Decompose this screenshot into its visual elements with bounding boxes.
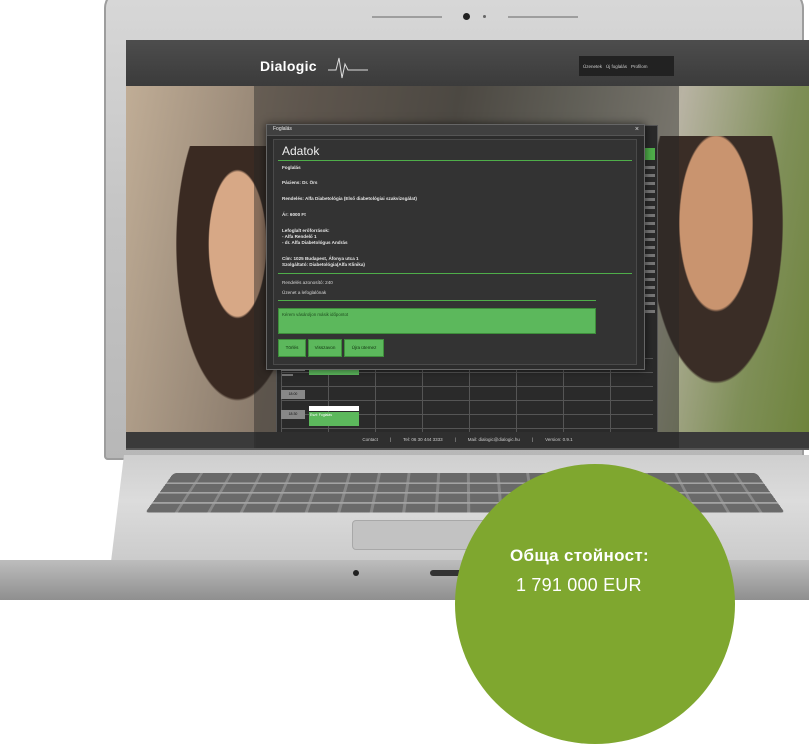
divider [278,300,596,301]
footer-separator: | [531,437,534,442]
nav-new-booking[interactable]: Új foglalás [606,64,627,69]
footer-phone: Tel: 06 30 444 3333 [403,437,443,442]
dialog-titlebar[interactable]: Foglalás × [267,125,644,136]
heartbeat-icon [328,57,368,79]
lid-line-left [372,16,442,18]
footer-separator: | [454,437,456,442]
site-footer: Contact | Tel: 06 30 444 3333 | Mail: di… [256,432,679,448]
nav-profile[interactable]: Profilom [631,64,648,69]
footer-mail[interactable]: Mail: dialogic@dialogic.hu [468,432,520,448]
dialog-body: Adatok Foglalás Páciens: Dr. Örs Rendelé… [273,139,637,365]
patient-name: Páciens: Dr. Örs [282,180,318,185]
order-id: Rendelés azonosító: 240 [282,280,333,285]
site-header: Dialogic Üzenetek Új foglalás Profilom [126,40,809,86]
power-led [353,570,359,576]
revoke-button[interactable]: Visszavon [308,339,342,357]
top-nav: Üzenetek Új foglalás Profilom [579,56,674,76]
footer-version: Version: 0.9.1 [545,437,573,442]
camera-led [483,15,486,18]
provider: Szolgáltató: Diabetológia(Alfa Klinika) [282,262,365,267]
footer-contact[interactable]: Contact [362,432,378,448]
divider [278,160,632,161]
order-service: Rendelés: Alfa Diabetológia (Első diabet… [282,196,417,201]
site-logo[interactable]: Dialogic [260,58,317,74]
screen-bezel [126,448,809,450]
booking-status: Foglalás [282,165,301,170]
dialog-title: Foglalás [273,126,292,132]
booking-dialog: Foglalás × Adatok Foglalás Páciens: Dr. … [266,124,645,370]
lid-line-right [508,16,578,18]
resource-item: - dr. Alfa Diabetológus András [282,240,348,245]
delete-button[interactable]: Törlés [278,339,306,357]
close-icon[interactable]: × [635,125,639,134]
comment-textarea[interactable]: Kérem vásároljon másik időpontot [278,308,596,334]
divider [278,273,632,274]
booking-cell[interactable]: Eszt: Foglalás [309,412,359,426]
total-value-label: Обща стойност: [510,546,649,565]
footer-separator: | [389,437,392,442]
keyboard-row [165,482,765,484]
comment-label: Üzenet a lefoglalónak [282,290,327,295]
time-label: 18:30 [281,410,305,419]
dialog-heading: Adatok [282,144,320,158]
laptop-screen: Dialogic Üzenetek Új foglalás Profilom F… [126,40,809,450]
price: Ár: 6000 Ft [282,212,306,217]
camera-icon [463,13,470,20]
reschedule-button[interactable]: Újra ütemez [344,339,384,357]
next-week-button[interactable] [645,148,655,160]
total-value-badge [455,464,735,744]
empty-cell[interactable] [309,406,359,411]
time-label: 18:00 [281,390,305,399]
total-value-amount: 1 791 000 EUR [516,575,642,595]
nav-messages[interactable]: Üzenetek [583,64,602,69]
